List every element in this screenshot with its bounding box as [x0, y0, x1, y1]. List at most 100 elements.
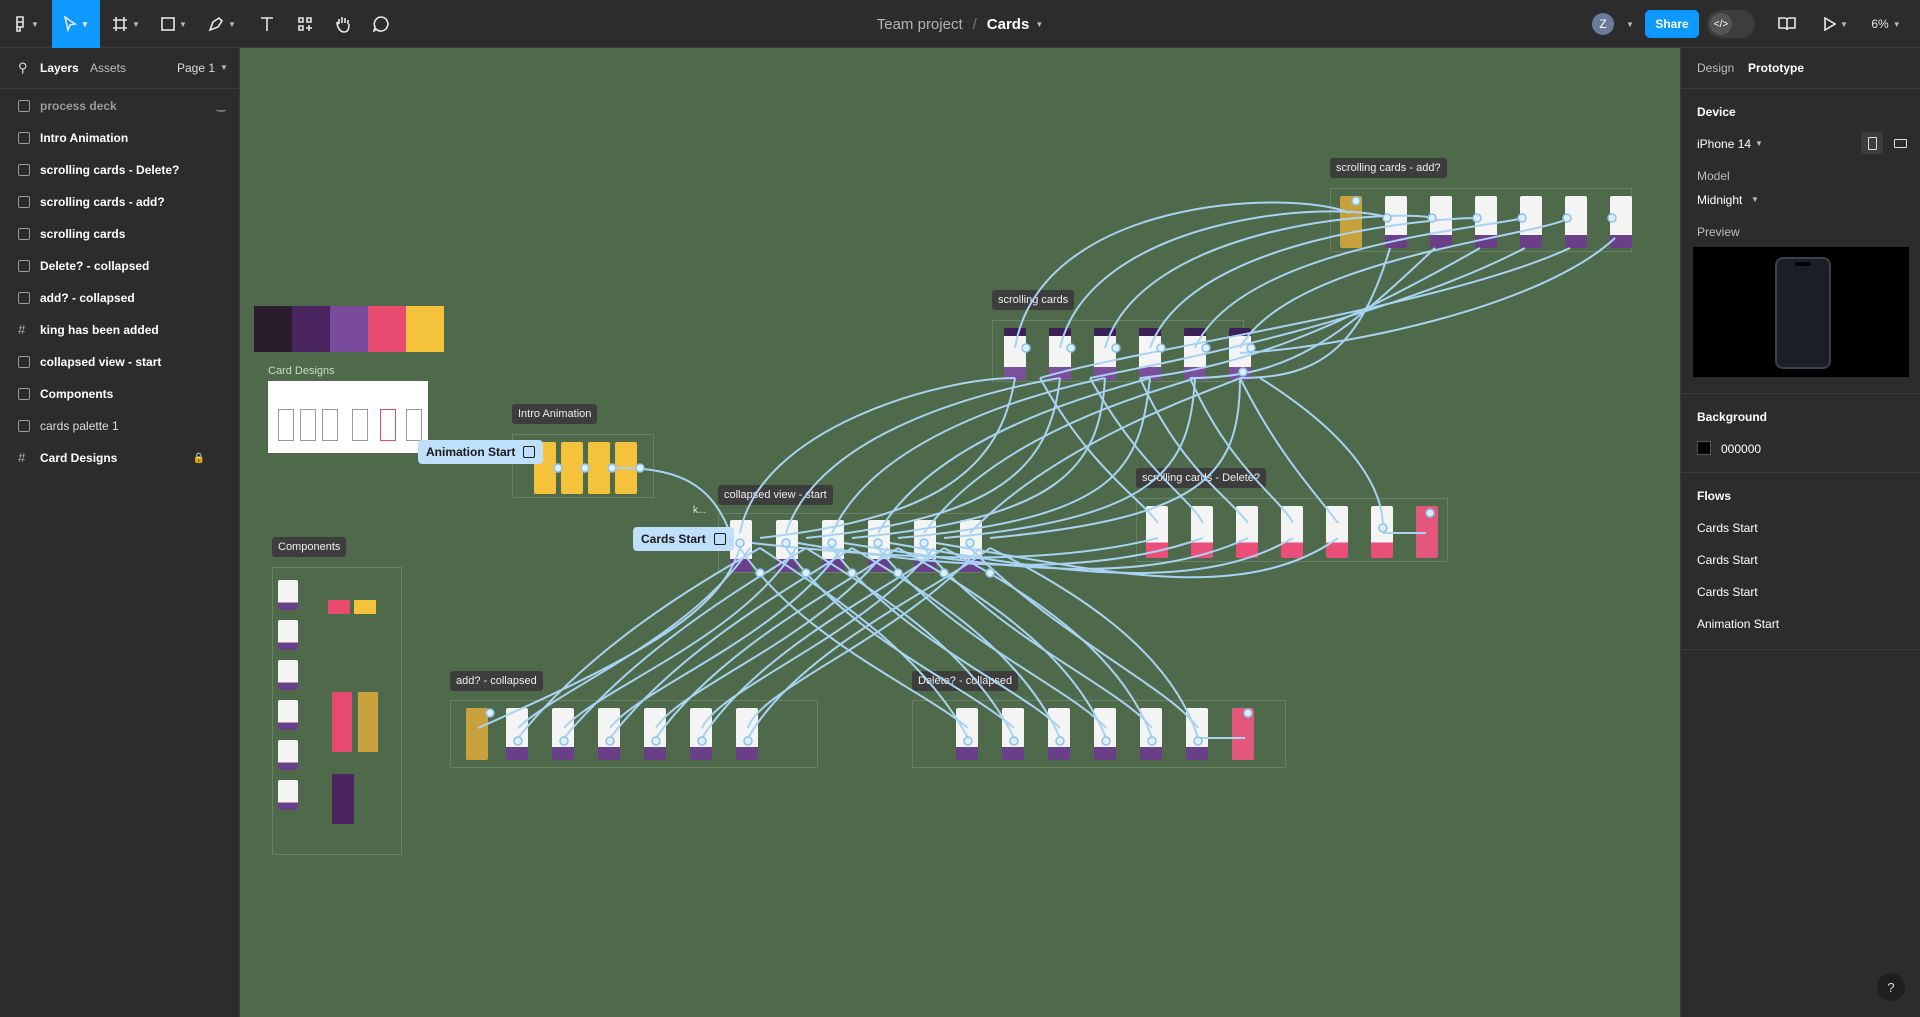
zoom-level: 6% [1871, 17, 1889, 31]
page-selector[interactable]: Page 1 [177, 61, 215, 75]
comment-tool-button[interactable] [366, 0, 396, 48]
flow-item[interactable]: Cards Start [1697, 521, 1758, 535]
layer-label: collapsed view - start [40, 355, 162, 369]
main-menu-button[interactable]: ▼ [8, 0, 44, 48]
layer-label: Card Designs [40, 451, 118, 465]
eye-closed-icon[interactable]: ‿ [217, 101, 225, 112]
frame-icon [18, 228, 30, 240]
preview-heading: Preview [1697, 225, 1740, 239]
device-select[interactable]: iPhone 14 [1697, 137, 1751, 151]
help-button[interactable]: ? [1877, 973, 1905, 1001]
layer-label: scrolling cards [40, 227, 126, 241]
present-button[interactable]: ▼ [1818, 0, 1854, 48]
title-separator: / [972, 15, 977, 33]
library-button[interactable] [1772, 0, 1802, 48]
portrait-button[interactable] [1861, 132, 1883, 154]
resources-tool-button[interactable] [290, 0, 320, 48]
flow-item[interactable]: Animation Start [1697, 617, 1779, 631]
flow-item[interactable]: Cards Start [1697, 553, 1758, 567]
image-icon [18, 420, 30, 432]
background-hex[interactable]: 000000 [1721, 442, 1761, 456]
flows-heading: Flows [1697, 489, 1732, 503]
chevron-down-icon[interactable]: ▼ [220, 63, 228, 72]
rectangle-icon [161, 17, 175, 31]
flow-start-animation[interactable]: Animation Start [418, 440, 544, 464]
play-icon [1824, 17, 1837, 31]
chevron-down-icon[interactable]: ▼ [1751, 195, 1759, 204]
shape-tool-button[interactable]: ▼ [156, 0, 192, 48]
layers-panel: ⚲ Layers Assets Page 1 ▼ process deck ‿ I… [0, 48, 240, 1017]
canvas[interactable]: Card Designs scrolling cards - add? scro… [240, 48, 1680, 1017]
layer-label: Components [40, 387, 114, 401]
layer-intro-animation[interactable]: Intro Animation [0, 122, 239, 154]
figma-logo-icon [16, 16, 24, 32]
layer-process-deck[interactable]: process deck ‿ [0, 90, 239, 122]
zoom-menu[interactable]: 6% ▼ [1862, 0, 1910, 48]
layer-label: add? - collapsed [40, 291, 135, 305]
properties-tabs: Design Prototype [1681, 48, 1920, 89]
layer-label: Intro Animation [40, 131, 129, 145]
hand-tool-button[interactable] [328, 0, 358, 48]
frame-icon [18, 164, 30, 176]
frame-icon [18, 196, 30, 208]
tab-layers[interactable]: Layers [40, 61, 79, 75]
layer-add-collapsed[interactable]: add? - collapsed [0, 282, 239, 314]
layer-scrolling-cards-add[interactable]: scrolling cards - add? [0, 186, 239, 218]
chevron-down-icon[interactable]: ▼ [1626, 20, 1634, 29]
text-icon [261, 17, 273, 31]
flow-start-cards[interactable]: Cards Start [633, 527, 734, 551]
frame-icon [18, 292, 30, 304]
phone-mockup [1775, 257, 1831, 369]
tab-prototype[interactable]: Prototype [1748, 61, 1804, 75]
tab-design[interactable]: Design [1697, 61, 1734, 75]
hand-icon [336, 17, 350, 33]
model-heading: Model [1697, 169, 1730, 183]
frame-icon [18, 388, 30, 400]
layer-label: king has been added [40, 323, 159, 337]
layer-scrolling-cards-delete[interactable]: scrolling cards - Delete? [0, 154, 239, 186]
text-tool-button[interactable] [252, 0, 282, 48]
divider [1681, 649, 1920, 650]
layer-scrolling-cards[interactable]: scrolling cards [0, 218, 239, 250]
layer-card-designs[interactable]: # Card Designs 🔒 [0, 442, 239, 474]
frame-icon [18, 132, 30, 144]
pen-tool-button[interactable]: ▼ [204, 0, 240, 48]
layer-cards-palette[interactable]: cards palette 1 [0, 410, 239, 442]
dev-mode-toggle[interactable]: </> [1707, 10, 1755, 38]
chevron-down-icon[interactable]: ▼ [1035, 20, 1043, 29]
tab-assets[interactable]: Assets [90, 61, 126, 75]
layer-king-added[interactable]: # king has been added [0, 314, 239, 346]
components-icon [298, 17, 312, 31]
frame-icon [18, 260, 30, 272]
properties-panel: Design Prototype Device iPhone 14 ▼ Mode… [1680, 48, 1920, 1017]
layer-components[interactable]: Components [0, 378, 239, 410]
layer-collapsed-view-start[interactable]: collapsed view - start [0, 346, 239, 378]
device-preview [1693, 247, 1909, 377]
layer-label: cards palette 1 [40, 419, 119, 433]
chevron-down-icon[interactable]: ▼ [1755, 139, 1763, 148]
frame-icon [18, 100, 30, 112]
landscape-icon [1894, 139, 1907, 148]
lock-icon[interactable]: 🔒 [193, 453, 205, 464]
cursor-icon [63, 16, 78, 32]
play-icon [523, 446, 536, 458]
layers-panel-header: ⚲ Layers Assets Page 1 ▼ [0, 48, 239, 89]
model-select[interactable]: Midnight [1697, 193, 1742, 207]
move-tool-button[interactable]: ▼ [52, 0, 100, 48]
layer-delete-collapsed[interactable]: Delete? - collapsed [0, 250, 239, 282]
search-icon[interactable]: ⚲ [18, 60, 28, 76]
frame-tool-button[interactable]: ▼ [108, 0, 144, 48]
project-name[interactable]: Team project [877, 16, 963, 33]
background-swatch[interactable] [1697, 441, 1711, 455]
share-button[interactable]: Share [1645, 10, 1699, 38]
divider [1681, 393, 1920, 394]
landscape-button[interactable] [1889, 132, 1911, 154]
avatar[interactable]: Z [1592, 13, 1614, 35]
flow-item[interactable]: Cards Start [1697, 585, 1758, 599]
layer-label: process deck [40, 99, 117, 113]
file-name[interactable]: Cards [987, 16, 1030, 33]
prototype-connections [477, 196, 1617, 746]
grid-icon: # [18, 322, 26, 337]
comment-icon [373, 16, 389, 32]
dynamic-island [1795, 262, 1811, 266]
